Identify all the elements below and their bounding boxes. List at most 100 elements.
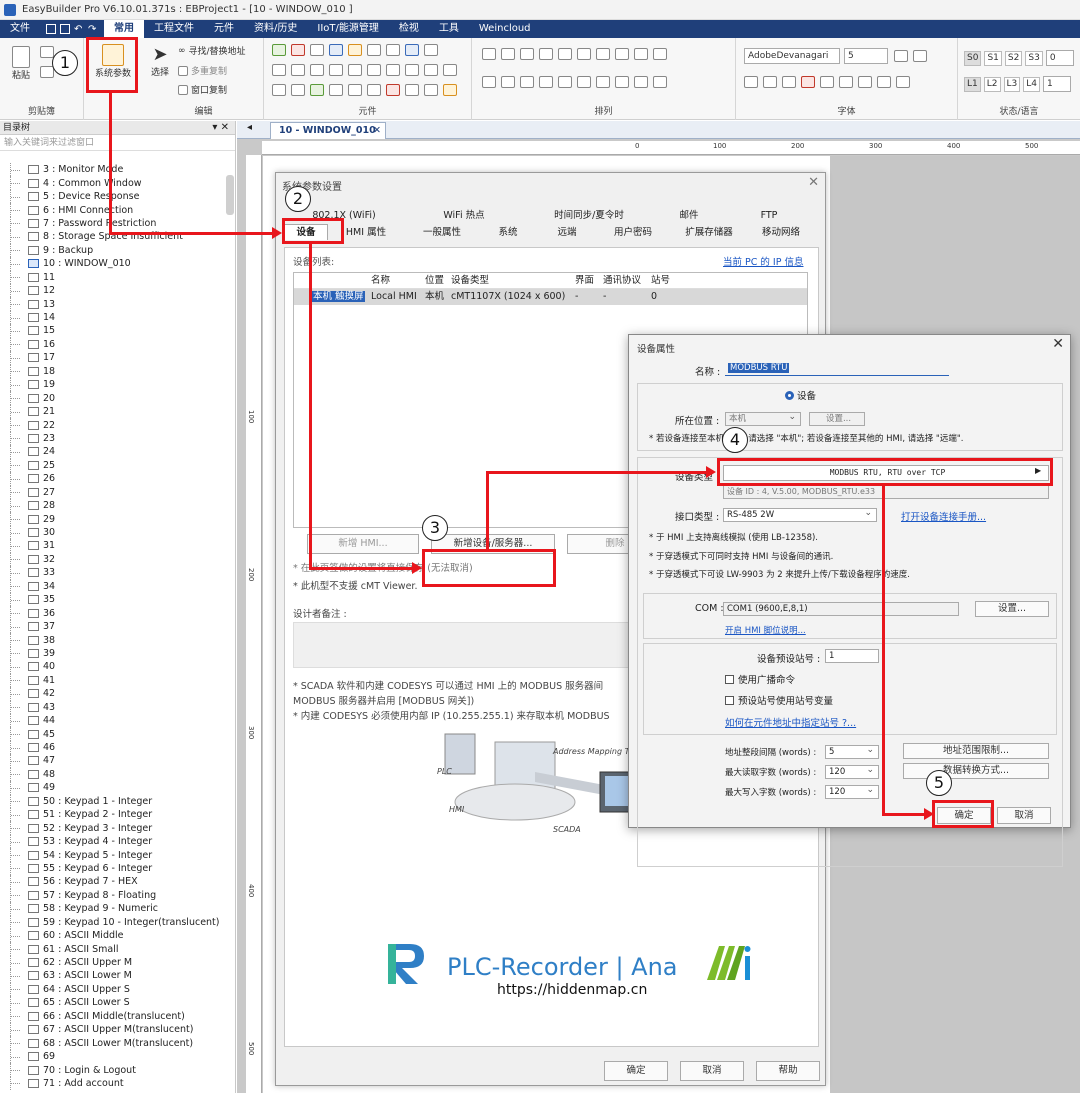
same-height-icon[interactable] — [501, 76, 515, 88]
text-format-icon[interactable] — [896, 76, 910, 88]
word-icon[interactable] — [329, 44, 343, 56]
tree-item[interactable]: 12 — [0, 283, 236, 298]
ascii-icon[interactable] — [291, 64, 305, 76]
tree-scrollbar[interactable] — [226, 175, 234, 215]
window-copy-button[interactable]: 窗口复制 — [178, 83, 227, 96]
table-row[interactable]: 本机 触摸屏 Local HMI 本机 cMT1107X (1024 x 600… — [294, 289, 807, 305]
tree-item[interactable]: 34 — [0, 579, 236, 593]
tree-item[interactable]: 22 — [0, 418, 236, 432]
tree-item[interactable]: 35 — [0, 593, 236, 607]
select-button[interactable]: ➤ 选择 — [148, 44, 172, 78]
tree-item[interactable]: 19 — [0, 378, 236, 392]
menu-tools[interactable]: 工具 — [429, 20, 469, 38]
tab-close-icon[interactable]: ✕ — [373, 123, 381, 139]
tab-system[interactable]: 系统 — [480, 224, 536, 240]
tree-item[interactable]: 14 — [0, 310, 236, 325]
grid-icon[interactable] — [348, 84, 362, 96]
default-station-field[interactable]: 1 — [825, 649, 879, 663]
paste-button[interactable]: 粘贴 — [8, 46, 34, 81]
tree-item[interactable]: 47 — [0, 754, 236, 768]
ungroup-icon[interactable] — [615, 48, 629, 60]
tab-ftp[interactable]: FTP — [724, 207, 814, 223]
lock-icon[interactable] — [615, 76, 629, 88]
station-variable-checkbox[interactable]: 预设站号使用站号变量 — [725, 693, 833, 707]
help-button[interactable]: 帮助 — [756, 1061, 820, 1081]
font-name-select[interactable]: AdobeDevanagari — [744, 48, 840, 64]
nudge-icon[interactable] — [596, 76, 610, 88]
tree-item[interactable]: 55 : Keypad 6 - Integer — [0, 861, 236, 876]
panel-close-icon[interactable]: ▾ ✕ — [212, 121, 229, 135]
tree-item[interactable]: 42 — [0, 687, 236, 701]
lang-l4-button[interactable]: L4 — [1023, 76, 1040, 92]
polyline-icon[interactable] — [329, 64, 343, 76]
text-color-icon[interactable] — [801, 76, 815, 88]
tree-item[interactable]: 58 : Keypad 9 - Numeric — [0, 902, 236, 916]
tab-scroll-left-icon[interactable]: ◂ — [247, 122, 252, 133]
tree-item[interactable]: 26 — [0, 472, 236, 486]
tab-general[interactable]: 一般属性 — [404, 224, 480, 240]
tree-item[interactable]: 52 : Keypad 3 - Integer — [0, 821, 236, 835]
tree-item[interactable]: 28 — [0, 498, 236, 513]
tab-wifi-hotspot[interactable]: WiFi 热点 — [404, 207, 524, 223]
bit-icon[interactable] — [310, 44, 324, 56]
find-replace-button[interactable]: ∞ 寻找/替换地址 — [178, 44, 246, 58]
menu-view[interactable]: 检视 — [389, 20, 429, 38]
undo-icon[interactable]: ↶ — [74, 24, 84, 35]
text-align-left-icon[interactable] — [839, 76, 853, 88]
tree-item[interactable]: 70 : Login & Logout — [0, 1063, 236, 1077]
tree-item[interactable]: 16 — [0, 337, 236, 352]
tree-item[interactable]: 11 — [0, 270, 236, 284]
pc-ip-info-link[interactable]: 当前 PC 的 IP 信息 — [723, 254, 803, 268]
tab-window-010[interactable]: 10 - WINDOW_010 ✕ — [270, 122, 386, 139]
tree-item[interactable]: 51 : Keypad 2 - Integer — [0, 808, 236, 822]
address-limit-button[interactable]: 地址范围限制... — [903, 743, 1049, 759]
tab-user-password[interactable]: 用户密码 — [598, 224, 668, 240]
same-size-icon[interactable] — [520, 76, 534, 88]
lang-l3-button[interactable]: L3 — [1003, 76, 1021, 92]
group-icon[interactable] — [596, 48, 610, 60]
tree-item[interactable]: 63 : ASCII Lower M — [0, 969, 236, 983]
tree-item[interactable]: 68 : ASCII Lower M(translucent) — [0, 1036, 236, 1050]
same-width-icon[interactable] — [482, 76, 496, 88]
tree-item[interactable]: 6 : HMI Connection — [0, 203, 236, 217]
meter-icon[interactable] — [386, 84, 400, 96]
tree-item[interactable]: 49 — [0, 781, 236, 795]
underline-icon[interactable] — [820, 76, 834, 88]
max-read-select[interactable]: 120 — [825, 765, 879, 779]
tree-item[interactable]: 27 — [0, 485, 236, 499]
tree-item[interactable]: 67 : ASCII Upper M(translucent) — [0, 1023, 236, 1037]
align-center-icon[interactable] — [501, 48, 515, 60]
tree-item[interactable]: 15 — [0, 324, 236, 338]
tree-item[interactable]: 69 — [0, 1049, 236, 1064]
broadcast-checkbox[interactable]: 使用广播命令 — [725, 672, 795, 686]
tree-item[interactable]: 17 — [0, 351, 236, 365]
layer-up-icon[interactable] — [539, 76, 553, 88]
text-align-right-icon[interactable] — [877, 76, 891, 88]
tree-item[interactable]: 18 — [0, 364, 236, 378]
tree-item[interactable]: 7 : Password Restriction — [0, 216, 236, 231]
tree-item[interactable]: 59 : Keypad 10 - Integer(translucent) — [0, 915, 236, 929]
copy-button[interactable] — [40, 66, 54, 78]
text-icon[interactable] — [272, 64, 286, 76]
new-hmi-button[interactable]: 新增 HMI... — [307, 534, 419, 554]
function-icon[interactable] — [348, 44, 362, 56]
tree-item[interactable]: 23 — [0, 431, 236, 446]
tab-remote[interactable]: 远端 — [536, 224, 598, 240]
tree-item[interactable]: 21 — [0, 404, 236, 419]
tree-item[interactable]: 66 : ASCII Middle(translucent) — [0, 1009, 236, 1023]
font-shrink-icon[interactable] — [763, 76, 777, 88]
spacing-icon[interactable] — [634, 48, 648, 60]
display-icon[interactable] — [367, 44, 381, 56]
max-write-select[interactable]: 120 — [825, 785, 879, 799]
tree-item[interactable]: 30 — [0, 525, 236, 540]
tab-mobile-network[interactable]: 移动网络 — [750, 224, 812, 240]
bulb-icon[interactable] — [272, 44, 286, 56]
layer-down-icon[interactable] — [558, 76, 572, 88]
tab-extended-memory[interactable]: 扩展存储器 — [668, 224, 750, 240]
tree-item[interactable]: 20 — [0, 391, 236, 405]
italic-icon[interactable] — [782, 76, 796, 88]
font-grow-icon[interactable] — [744, 76, 758, 88]
arrow-icon[interactable] — [405, 44, 419, 56]
tab-time-sync[interactable]: 时间同步/夏令时 — [524, 207, 654, 223]
menu-data-history[interactable]: 资料/历史 — [244, 20, 307, 38]
